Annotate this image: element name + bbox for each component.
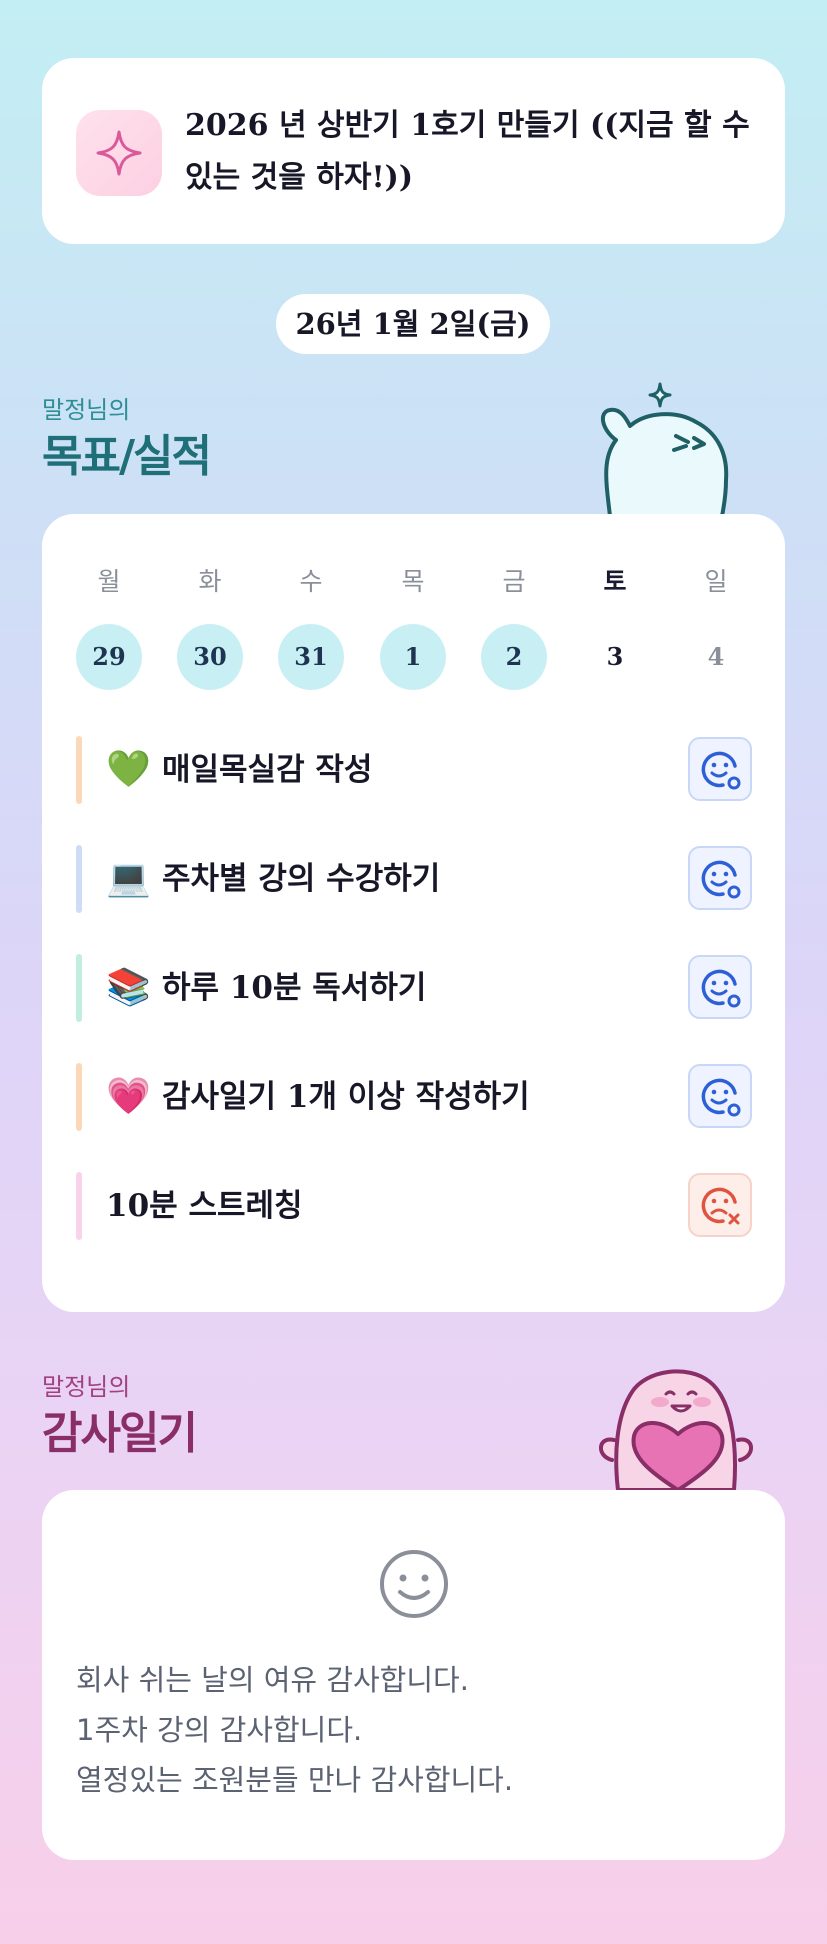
goal-item: 💚 매일목실감 작성 (76, 736, 752, 806)
goal-status-toggle[interactable] (688, 955, 752, 1019)
weekday-label: 목 (401, 567, 425, 596)
weekday-label: 일 (704, 567, 728, 596)
day-circle[interactable]: 31 (278, 624, 344, 690)
gratitude-entry: 회사 쉬는 날의 여유 감사합니다. (76, 1663, 469, 1697)
weekday-label: 수 (299, 567, 323, 596)
goal-label: 감사일기 1개 이상 작성하기 (162, 1079, 530, 1115)
day-circle[interactable]: 1 (380, 624, 446, 690)
goal-status-toggle[interactable] (688, 846, 752, 910)
banner-title: 2026 년 상반기 1호기 만들기 ((지금 할 수 있는 것을 하자!)) (185, 108, 750, 195)
goal-item: 💗 감사일기 1개 이상 작성하기 (76, 1063, 752, 1133)
goal-label: 주차별 강의 수강하기 (162, 861, 441, 897)
goal-status-toggle[interactable] (688, 737, 752, 801)
goal-item: 📚 하루 10분 독서하기 (76, 954, 752, 1024)
sad-x-icon (701, 1187, 740, 1225)
smile-check-icon (701, 969, 741, 1008)
weekday-label: 화 (198, 567, 222, 596)
current-date[interactable]: 26년 1월 2일(금) (276, 294, 550, 354)
goal-color-bar (76, 736, 82, 804)
day-circle[interactable]: 3 (582, 624, 648, 690)
goal-color-bar (76, 845, 82, 913)
goal-color-bar (76, 1172, 82, 1240)
goal-label: 10분 스트레칭 (106, 1188, 303, 1224)
smile-check-icon (701, 1078, 741, 1117)
goal-color-bar (76, 954, 82, 1022)
pink-heart-icon: 💗 (106, 1076, 151, 1117)
goal-color-bar (76, 1063, 82, 1131)
smile-check-icon (701, 751, 741, 790)
day-circle[interactable]: 4 (683, 624, 749, 690)
smile-icon (380, 1550, 448, 1618)
gratitude-title: 감사일기 (42, 1408, 198, 1459)
gratitude-entry: 열정있는 조원분들 만나 감사합니다. (76, 1763, 514, 1797)
weekday-label: 토 (603, 567, 627, 596)
goal-banner-card: 2026 년 상반기 1호기 만들기 ((지금 할 수 있는 것을 하자!)) (42, 58, 785, 244)
mascot-waving-illustration (600, 382, 729, 516)
goals-title: 목표/실적 (42, 431, 212, 482)
goal-status-toggle[interactable] (688, 1064, 752, 1128)
day-circle[interactable]: 2 (481, 624, 547, 690)
mascot-heart-illustration (599, 1369, 753, 1490)
gratitude-card: 회사 쉬는 날의 여유 감사합니다. 1주차 강의 감사합니다. 열정있는 조원… (42, 1490, 785, 1860)
goal-label: 매일목실감 작성 (162, 752, 373, 788)
goal-item: 💻 주차별 강의 수강하기 (76, 845, 752, 915)
green-heart-icon: 💚 (106, 749, 151, 790)
weekday-label: 월 (97, 567, 121, 596)
day-circle[interactable]: 30 (177, 624, 243, 690)
gratitude-entry: 1주차 강의 감사합니다. (76, 1713, 363, 1747)
goal-label: 하루 10분 독서하기 (162, 970, 427, 1006)
smile-check-icon (701, 860, 741, 899)
goals-card: 월 화 수 목 금 토 일 29 30 31 1 2 3 4 💚 매일목실감 작… (42, 514, 785, 1312)
weekday-label: 금 (502, 567, 526, 596)
goal-item: 10분 스트레칭 (76, 1172, 752, 1242)
day-circle[interactable]: 29 (76, 624, 142, 690)
sparkle-icon (76, 110, 162, 196)
laptop-icon: 💻 (106, 858, 151, 899)
goal-status-toggle[interactable] (688, 1173, 752, 1237)
books-icon: 📚 (106, 967, 151, 1008)
